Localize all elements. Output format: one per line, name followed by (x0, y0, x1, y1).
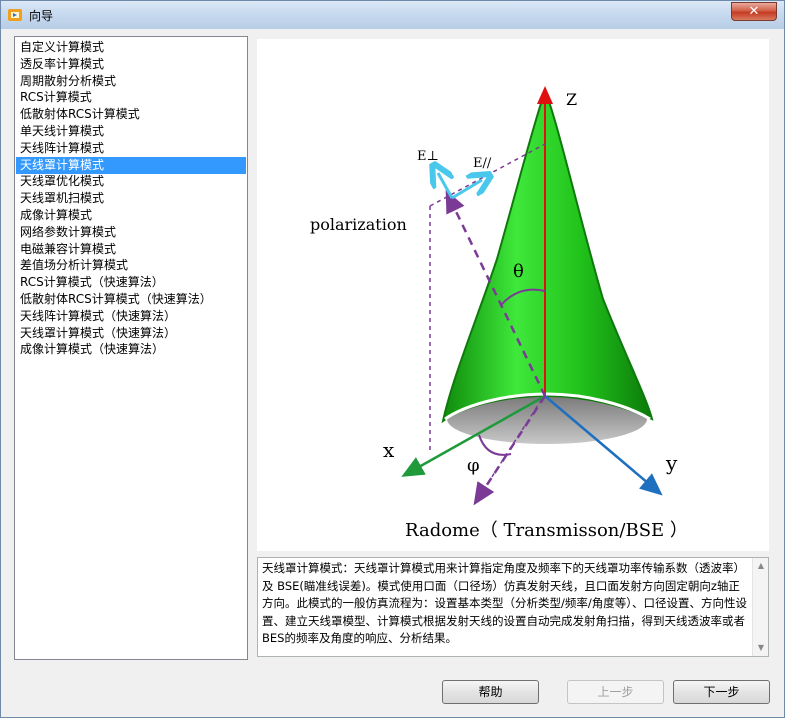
mode-list-item[interactable]: 天线罩优化模式 (16, 173, 246, 190)
mode-list-item[interactable]: 天线罩计算模式（快速算法） (16, 325, 246, 342)
e-perp-arrow (438, 173, 452, 199)
mode-list-item[interactable]: 天线阵计算模式 (16, 140, 246, 157)
radome-figure-panel: Z x y θ φ E⊥ E// polarization Radome（ Tr… (257, 39, 769, 551)
mode-list-item[interactable]: 低散射体RCS计算模式 (16, 106, 246, 123)
scroll-down-arrow-icon[interactable]: ▼ (756, 643, 766, 653)
e-par-arrow (451, 180, 482, 200)
mode-list-item[interactable]: 成像计算模式 (16, 207, 246, 224)
mode-list-item[interactable]: 电磁兼容计算模式 (16, 241, 246, 258)
window-title: 向导 (29, 9, 54, 23)
radome-diagram: Z x y θ φ E⊥ E// polarization Radome（ Tr… (310, 86, 688, 541)
title-bar: 向导 ✕ (1, 1, 784, 29)
e-par-label: E// (473, 156, 492, 171)
mode-list-item[interactable]: 天线阵计算模式（快速算法） (16, 308, 246, 325)
description-scrollbar[interactable]: ▲ ▼ (752, 558, 768, 656)
phi-label: φ (467, 455, 480, 476)
mode-list-item[interactable]: 透反率计算模式 (16, 56, 246, 73)
mode-list-item[interactable]: 天线罩计算模式 (16, 156, 246, 174)
radome-cone (441, 88, 654, 424)
theta-label: θ (513, 261, 524, 282)
mode-list-item[interactable]: 差值场分析计算模式 (16, 257, 246, 274)
prev-button[interactable]: 上一步 (567, 680, 664, 704)
y-axis-label: y (665, 451, 678, 475)
polarization-label: polarization (310, 215, 407, 234)
mode-list[interactable]: 自定义计算模式 透反率计算模式 周期散射分析模式 RCS计算模式 低散射体RCS计算模式… (14, 36, 248, 660)
app-icon (8, 9, 22, 21)
wizard-window: 向导 ✕ 自定义计算模式 透反率计算模式 周期散射分析模式 RCS计算模式 低散射体RC… (0, 0, 785, 718)
mode-list-item[interactable]: RCS计算模式 (16, 89, 246, 106)
figure-caption: Radome（ Transmisson/BSE ） (405, 520, 688, 541)
e-perp-label: E⊥ (417, 149, 439, 164)
help-button[interactable]: 帮助 (442, 680, 539, 704)
mode-list-item[interactable]: 自定义计算模式 (16, 39, 246, 56)
mode-list-item[interactable]: 低散射体RCS计算模式（快速算法） (16, 291, 246, 308)
description-box[interactable]: 天线罩计算模式：天线罩计算模式用来计算指定角度及频率下的天线罩功率传输系数（透波… (257, 557, 769, 657)
scroll-up-arrow-icon[interactable]: ▲ (756, 561, 766, 571)
next-button[interactable]: 下一步 (673, 680, 770, 704)
mode-list-item[interactable]: 周期散射分析模式 (16, 73, 246, 90)
mode-list-item[interactable]: 单天线计算模式 (16, 123, 246, 140)
mode-list-item[interactable]: RCS计算模式（快速算法） (16, 274, 246, 291)
description-text: 天线罩计算模式：天线罩计算模式用来计算指定角度及频率下的天线罩功率传输系数（透波… (262, 561, 747, 645)
mode-list-item[interactable]: 网络参数计算模式 (16, 224, 246, 241)
z-axis-label: Z (566, 90, 577, 109)
mode-list-item[interactable]: 成像计算模式（快速算法） (16, 341, 246, 358)
x-axis-label: x (383, 438, 395, 462)
mode-list-item[interactable]: 天线罩机扫模式 (16, 190, 246, 207)
close-button[interactable]: ✕ (731, 2, 777, 21)
